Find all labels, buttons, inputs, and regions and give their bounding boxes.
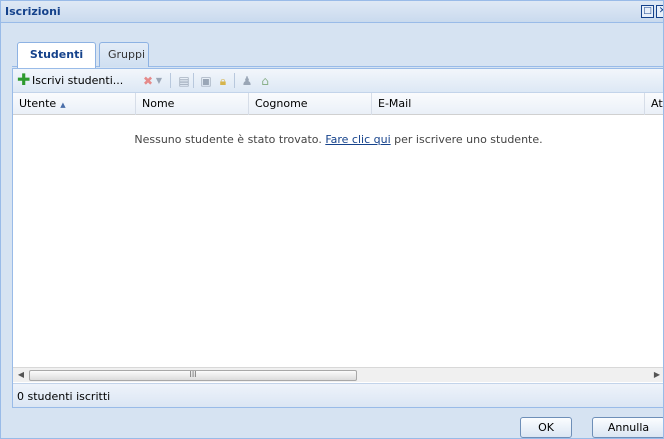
delete-icon[interactable]: ✖	[141, 74, 155, 88]
horizontal-scrollbar[interactable]: ◀ III ▶	[13, 367, 663, 382]
column-header-email[interactable]: E-Mail	[372, 93, 645, 115]
column-header-cognome[interactable]: Cognome	[249, 93, 372, 115]
sort-asc-icon: ▲	[60, 101, 66, 109]
students-panel: ✚ Iscrivi studenti... ✖ ▼ ▤ ▣ 🔒︎ ♟ ⌂ Ute…	[12, 68, 663, 408]
close-icon[interactable]: ✕	[656, 5, 663, 18]
tab-strip: Studenti Gruppi	[12, 42, 663, 68]
home-icon[interactable]: ⌂	[258, 74, 272, 88]
user-card-icon[interactable]: ▣	[199, 74, 213, 88]
enrollment-dialog: Iscrizioni □ ✕ Studenti Gruppi ✚ Iscrivi…	[0, 0, 664, 439]
status-bar: 0 studenti iscritti	[13, 383, 663, 407]
toolbar-separator	[170, 73, 171, 88]
enroll-students-label: Iscrivi studenti...	[32, 74, 124, 87]
group-icon[interactable]: ♟	[240, 74, 254, 88]
scroll-right-icon[interactable]: ▶	[651, 369, 663, 381]
column-header-utente[interactable]: Utente ▲	[13, 93, 136, 115]
dialog-title: Iscrizioni	[5, 5, 61, 18]
toolbar-separator	[193, 73, 194, 88]
empty-message: Nessuno studente è stato trovato. Fare c…	[13, 133, 663, 146]
enrolled-count: 0 studenti iscritti	[17, 390, 111, 403]
grid-header: Utente▲ Nome Cognome E-Mail Att	[13, 93, 663, 115]
ok-button[interactable]: OK	[520, 417, 572, 438]
scroll-left-icon[interactable]: ◀	[15, 369, 27, 381]
edit-list-icon[interactable]: ▤	[177, 74, 191, 88]
add-icon: ✚	[17, 70, 31, 89]
column-label: Utente	[19, 97, 57, 110]
empty-message-suffix: per iscrivere uno studente.	[390, 133, 543, 146]
toolbar-separator	[234, 73, 235, 88]
chevron-down-icon[interactable]: ▼	[155, 74, 163, 88]
title-bar[interactable]: Iscrizioni □ ✕	[1, 1, 663, 23]
tab-gruppi[interactable]: Gruppi	[99, 42, 149, 67]
enroll-link[interactable]: Fare clic qui	[325, 133, 390, 146]
maximize-icon[interactable]: □	[641, 5, 654, 18]
empty-message-prefix: Nessuno studente è stato trovato.	[134, 133, 326, 146]
grip-icon: III	[189, 370, 197, 379]
lock-icon[interactable]: 🔒︎	[216, 74, 230, 88]
column-header-nome[interactable]: Nome	[136, 93, 249, 115]
scroll-thumb[interactable]: III	[29, 370, 357, 381]
cancel-button[interactable]: Annulla	[592, 417, 663, 438]
tab-studenti[interactable]: Studenti	[17, 42, 96, 68]
column-header-attivo[interactable]: Att	[645, 93, 663, 115]
toolbar: ✚ Iscrivi studenti... ✖ ▼ ▤ ▣ 🔒︎ ♟ ⌂	[13, 69, 663, 93]
